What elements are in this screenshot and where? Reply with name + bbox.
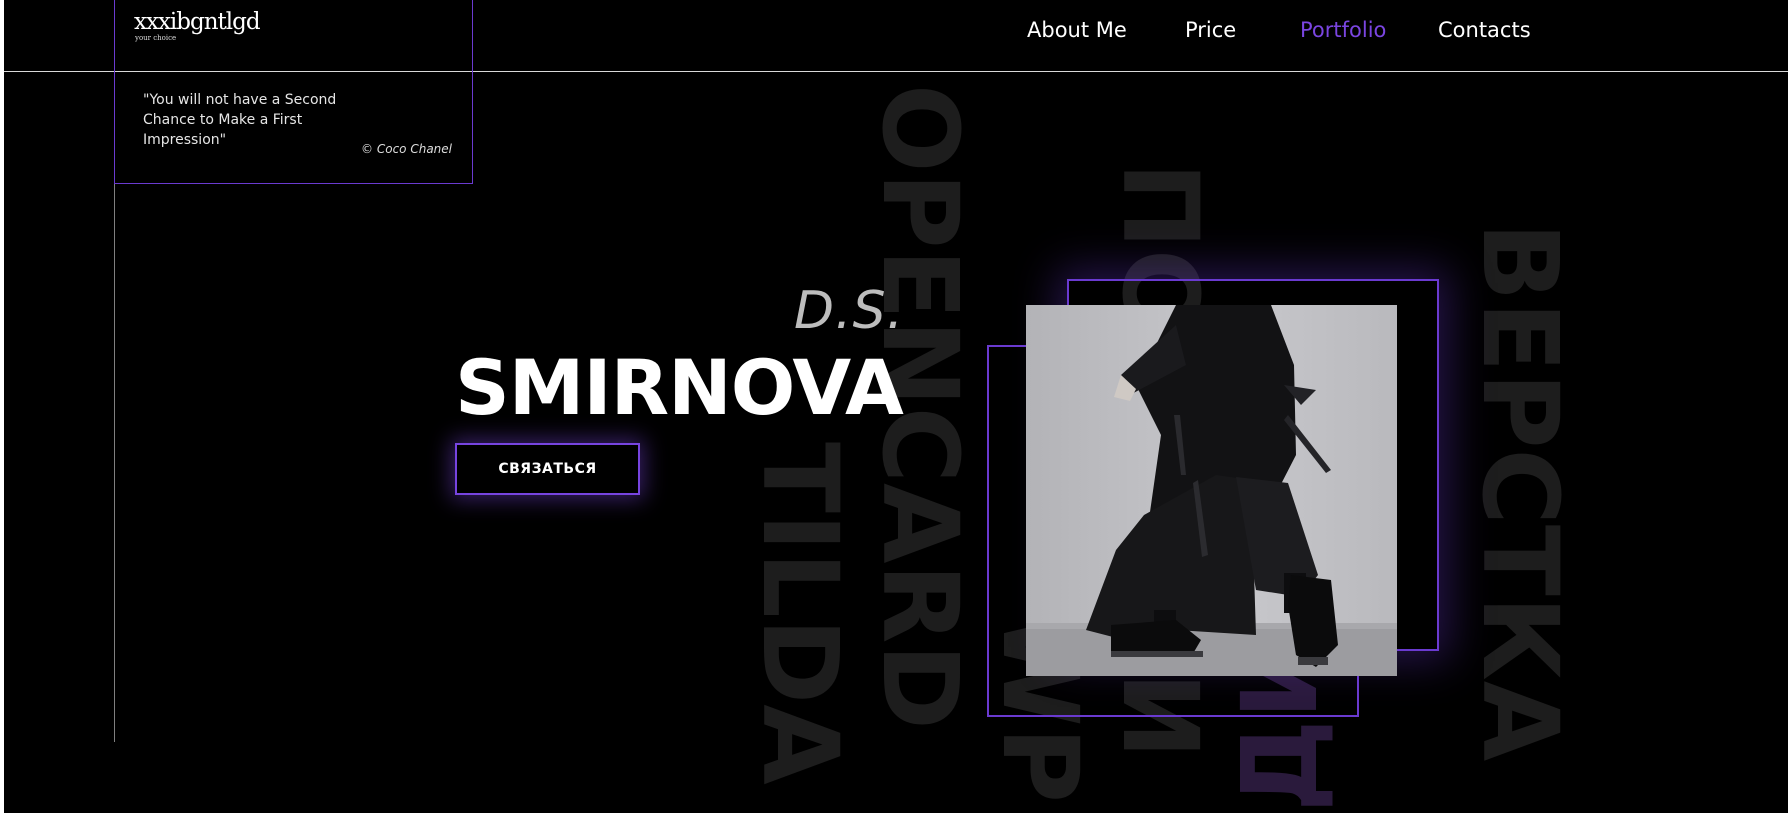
quote-author: © Coco Chanel — [361, 142, 452, 156]
nav-portfolio[interactable]: Portfolio — [1300, 18, 1386, 42]
left-vertical-rule — [114, 184, 115, 742]
quote-text: "You will not have a Second Chance to Ma… — [143, 92, 337, 148]
contact-button[interactable]: СВЯЗАТЬСЯ — [455, 443, 640, 495]
logo[interactable]: xxxibgntlgd your choice — [134, 9, 261, 42]
bg-word-verstka: ВЕРСТКА — [1459, 222, 1581, 762]
nav-price[interactable]: Price — [1185, 18, 1236, 42]
fashion-photo — [1026, 305, 1397, 676]
nav-about-me[interactable]: About Me — [1027, 18, 1127, 42]
logo-name: xxxibgntlgd — [134, 9, 261, 35]
hero-initials: D.S. — [794, 281, 905, 341]
bg-word-tilda: TILDA — [739, 442, 861, 785]
logo-tagline: your choice — [135, 34, 177, 42]
fashion-figure-illustration — [1026, 305, 1397, 676]
nav-contacts[interactable]: Contacts — [1438, 18, 1531, 42]
hero-section: OPENCARD TILDA WP ПОСАДКИ ДИЗАЙН ВЕРСТКА… — [4, 0, 1788, 813]
hero-surname: SMIRNOVA — [455, 343, 904, 432]
